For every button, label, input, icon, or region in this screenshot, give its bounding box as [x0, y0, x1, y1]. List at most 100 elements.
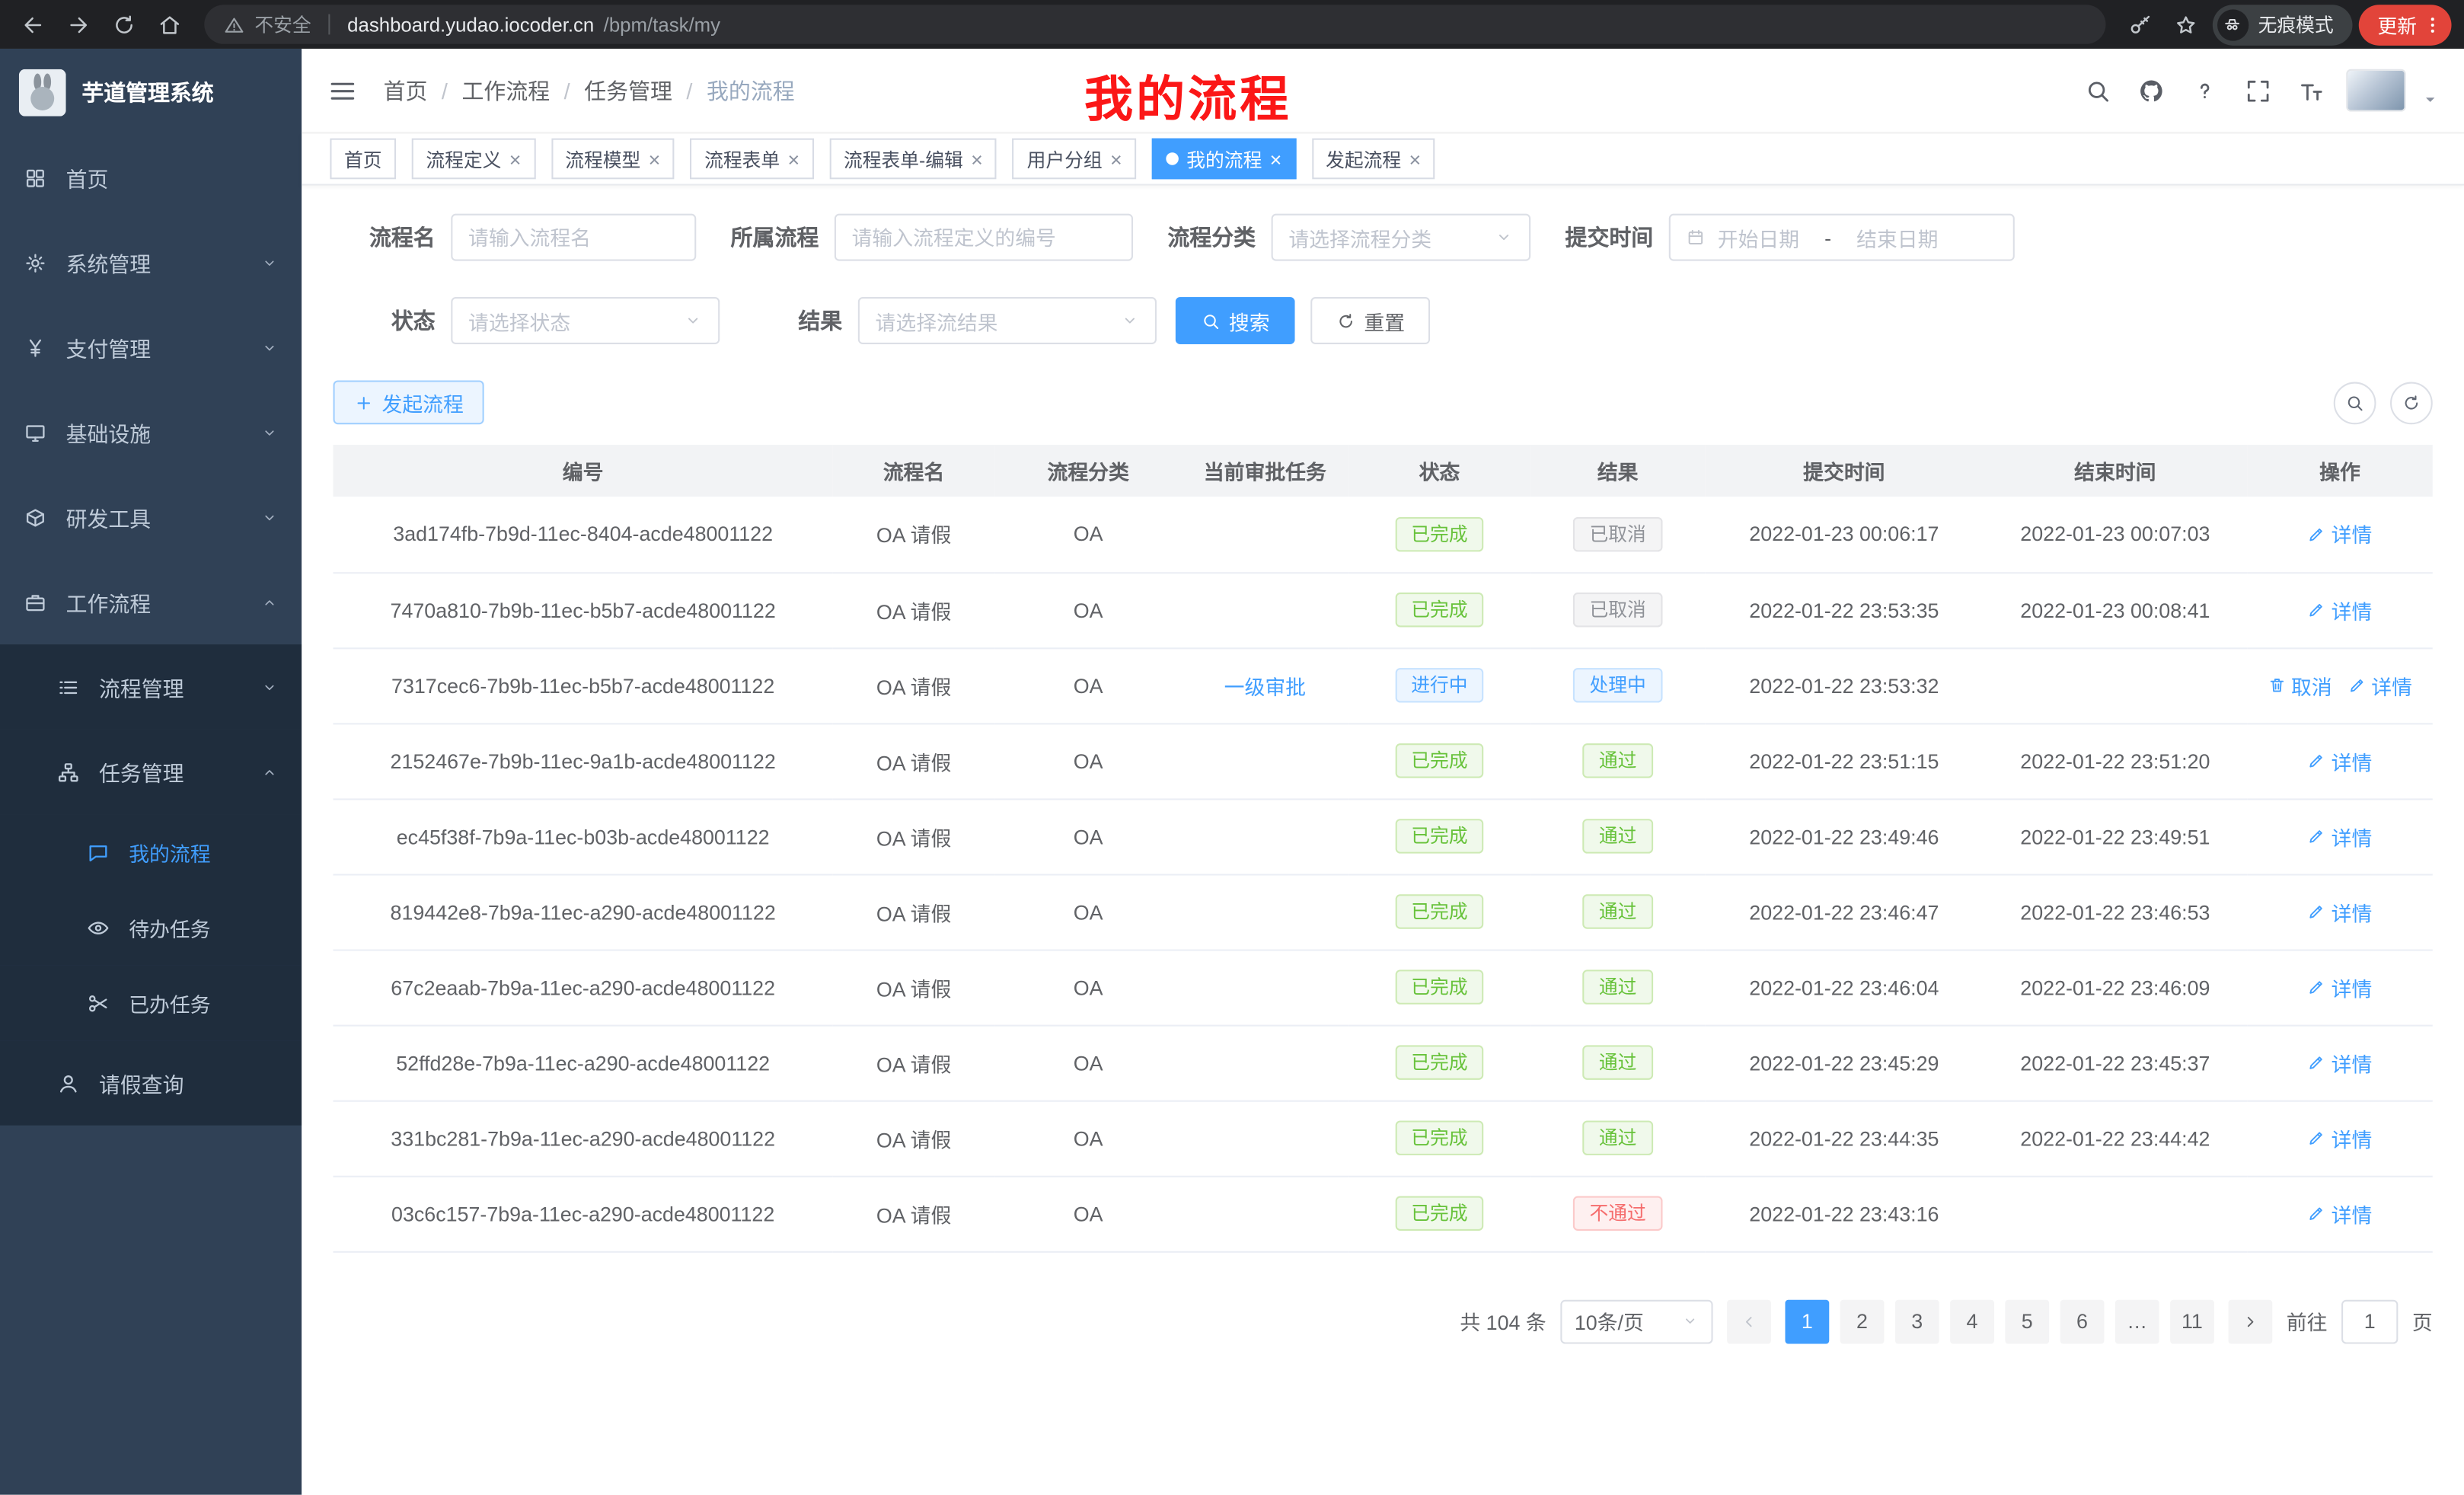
reset-button-label: 重置: [1364, 305, 1405, 335]
detail-link[interactable]: 详情: [2308, 519, 2373, 549]
close-icon[interactable]: ×: [1270, 149, 1282, 169]
forward-button[interactable]: [58, 5, 97, 44]
detail-link[interactable]: 详情: [2308, 896, 2373, 926]
detail-link[interactable]: 详情: [2308, 1123, 2373, 1153]
menu-dots-icon[interactable]: [2421, 14, 2443, 36]
search-button-label: 搜索: [1229, 305, 1270, 335]
category-select[interactable]: 请选择流程分类: [1272, 214, 1531, 261]
sidebar-item-process-mgmt[interactable]: 流程管理: [0, 644, 302, 729]
address-bar[interactable]: 不安全 dashboard.yudao.iocoder.cn/bpm/task/…: [204, 5, 2105, 44]
table-row: 331bc281-7b9a-11ec-a290-acde48001122OA 请…: [334, 1100, 2433, 1176]
tab-6-active[interactable]: 我的流程×: [1152, 139, 1296, 180]
tab-5[interactable]: 用户分组×: [1013, 139, 1136, 180]
browser-home-button[interactable]: [149, 5, 189, 44]
close-icon[interactable]: ×: [649, 149, 661, 169]
home-icon: [156, 11, 181, 37]
help-button[interactable]: [2186, 72, 2224, 110]
back-button[interactable]: [13, 5, 53, 44]
start-process-button[interactable]: 发起流程: [334, 380, 484, 424]
tab-label: 流程表单-编辑: [844, 145, 963, 172]
page-button-11[interactable]: 11: [2170, 1299, 2214, 1343]
page-list: 123456…11: [1785, 1299, 2213, 1343]
sidebar-item-workflow[interactable]: 工作流程: [0, 560, 302, 644]
page-button-5[interactable]: 5: [2005, 1299, 2049, 1343]
github-button[interactable]: [2133, 72, 2171, 110]
page-button-1[interactable]: 1: [1785, 1299, 1829, 1343]
password-key-button[interactable]: [2121, 5, 2161, 44]
tab-2[interactable]: 流程模型×: [551, 139, 675, 180]
status-select[interactable]: 请选择状态: [451, 297, 720, 344]
tab-0[interactable]: 首页: [330, 139, 396, 180]
breadcrumb-workflow[interactable]: 工作流程: [462, 75, 551, 106]
cell-category: OA: [994, 497, 1182, 572]
date-range-picker[interactable]: 开始日期 - 结束日期: [1669, 214, 2015, 261]
list-icon: [56, 675, 80, 698]
sidebar-item-payment[interactable]: 支付管理: [0, 305, 302, 389]
sidebar-item-label: 任务管理: [99, 756, 242, 787]
next-page-button[interactable]: [2228, 1299, 2272, 1343]
process-name-input[interactable]: [451, 214, 696, 261]
page-button-3[interactable]: 3: [1895, 1299, 1939, 1343]
page-button-6[interactable]: 6: [2060, 1299, 2105, 1343]
sidebar-item-system[interactable]: 系统管理: [0, 220, 302, 305]
detail-link[interactable]: 详情: [2308, 746, 2373, 775]
close-icon[interactable]: ×: [971, 149, 983, 169]
reload-button[interactable]: [104, 5, 143, 44]
close-icon[interactable]: ×: [509, 149, 522, 169]
tab-1[interactable]: 流程定义×: [412, 139, 535, 180]
bookmark-star-button[interactable]: [2167, 5, 2207, 44]
refresh-table-button[interactable]: [2390, 381, 2433, 423]
search-button[interactable]: [2079, 72, 2117, 110]
task-link[interactable]: 一级审批: [1224, 670, 1306, 700]
sidebar-item-devtools[interactable]: 研发工具: [0, 474, 302, 559]
arrow-right-icon: [65, 11, 91, 37]
reset-button[interactable]: 重置: [1310, 297, 1430, 344]
security-label: 不安全: [254, 11, 311, 37]
cell-actions: 详情: [2247, 1100, 2433, 1176]
edit-icon: [2308, 827, 2327, 846]
detail-link[interactable]: 详情: [2308, 595, 2373, 625]
cancel-link[interactable]: 取消: [2268, 670, 2332, 700]
breadcrumb-task-mgmt[interactable]: 任务管理: [584, 75, 672, 106]
address-divider: [328, 14, 330, 35]
sidebar-item-my-process[interactable]: 我的流程: [0, 814, 302, 890]
page-button-2[interactable]: 2: [1840, 1299, 1885, 1343]
goto-page-input[interactable]: [2341, 1299, 2398, 1343]
sidebar-item-done-tasks[interactable]: 已办任务: [0, 965, 302, 1040]
owner-process-input[interactable]: [835, 214, 1133, 261]
detail-link[interactable]: 详情: [2348, 670, 2412, 700]
close-icon[interactable]: ×: [787, 149, 800, 169]
fullscreen-button[interactable]: [2239, 72, 2277, 110]
close-icon[interactable]: ×: [1110, 149, 1122, 169]
sidebar-item-task-mgmt[interactable]: 任务管理: [0, 730, 302, 814]
search-submit-button[interactable]: 搜索: [1176, 297, 1295, 344]
page-button-4[interactable]: 4: [1950, 1299, 1994, 1343]
detail-link[interactable]: 详情: [2308, 1048, 2373, 1078]
collapse-sidebar-button[interactable]: [327, 75, 358, 106]
page-ellipsis[interactable]: …: [2115, 1299, 2159, 1343]
update-button[interactable]: 更新: [2359, 4, 2452, 45]
sidebar-item-home[interactable]: 首页: [0, 135, 302, 219]
tab-7[interactable]: 发起流程×: [1312, 139, 1435, 180]
sidebar-item-label: 支付管理: [66, 331, 242, 363]
page-size-select[interactable]: 10条/页: [1560, 1299, 1712, 1343]
close-icon[interactable]: ×: [1409, 149, 1422, 169]
font-size-button[interactable]: [2293, 72, 2331, 110]
detail-link[interactable]: 详情: [2308, 972, 2373, 1001]
detail-link[interactable]: 详情: [2308, 821, 2373, 851]
breadcrumb-home[interactable]: 首页: [384, 75, 428, 106]
tab-4[interactable]: 流程表单-编辑 ×: [829, 139, 997, 180]
user-avatar[interactable]: [2346, 69, 2405, 112]
sidebar-item-infra[interactable]: 基础设施: [0, 390, 302, 474]
toggle-search-button[interactable]: [2334, 381, 2376, 423]
cell-end-time: 2022-01-23 00:08:41: [1984, 572, 2248, 647]
success-tag: 通过: [1583, 1120, 1652, 1155]
sidebar-item-todo-tasks[interactable]: 待办任务: [0, 890, 302, 965]
sidebar-item-leave-query[interactable]: 请假查询: [0, 1040, 302, 1125]
avatar-caret-icon[interactable]: [2421, 91, 2439, 109]
tab-3[interactable]: 流程表单×: [690, 139, 813, 180]
prev-page-button[interactable]: [1727, 1299, 1771, 1343]
detail-link[interactable]: 详情: [2308, 1199, 2373, 1228]
result-select[interactable]: 请选择流结果: [858, 297, 1157, 344]
table-row: 52ffd28e-7b9a-11ec-a290-acde48001122OA 请…: [334, 1025, 2433, 1100]
